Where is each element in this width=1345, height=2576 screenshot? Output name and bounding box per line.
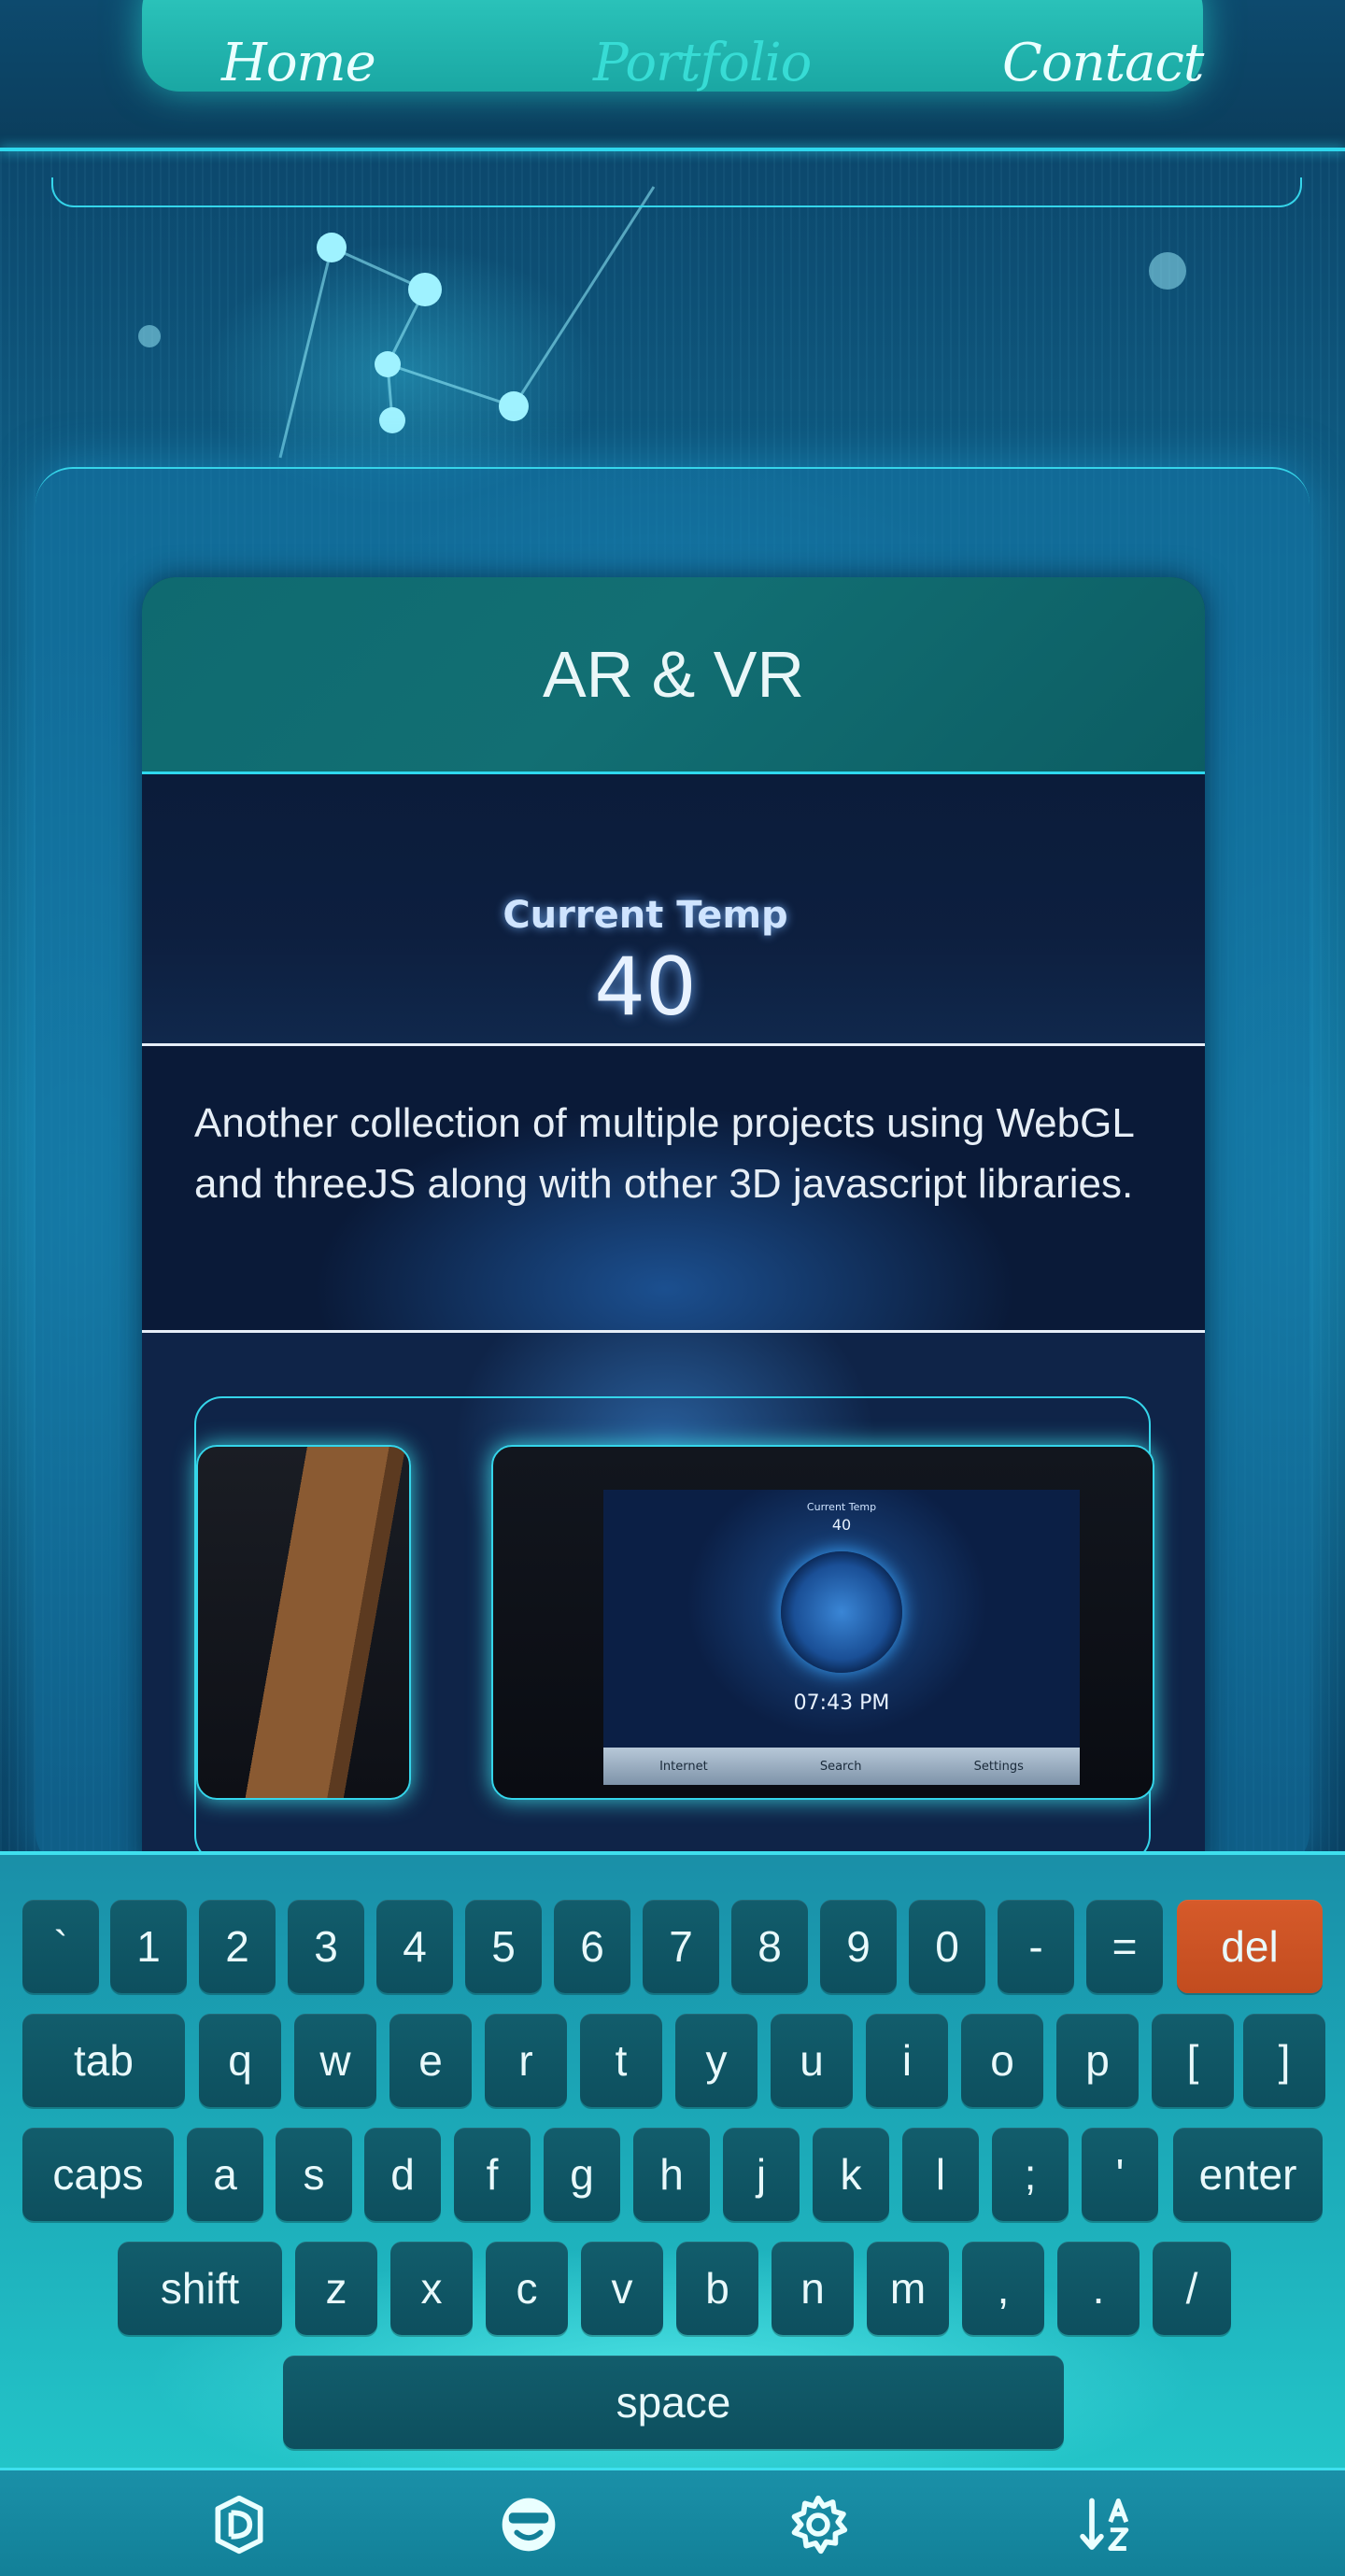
key-g[interactable]: g: [544, 2128, 620, 2221]
key-i[interactable]: i: [866, 2014, 948, 2107]
key-5[interactable]: 5: [465, 1900, 542, 1993]
key-left-bracket[interactable]: [: [1152, 2014, 1234, 2107]
key-h[interactable]: h: [633, 2128, 710, 2221]
key-quote[interactable]: ': [1082, 2128, 1158, 2221]
key-y[interactable]: y: [675, 2014, 757, 2107]
key-l[interactable]: l: [902, 2128, 979, 2221]
key-comma[interactable]: ,: [962, 2242, 1044, 2335]
keyboard-toolbar: [0, 2468, 1345, 2576]
card-header: AR & VR: [142, 577, 1205, 774]
device-time: 07:43 PM: [793, 1691, 890, 1715]
key-8[interactable]: 8: [731, 1900, 808, 1993]
key-b[interactable]: b: [676, 2242, 758, 2335]
key-equals[interactable]: =: [1086, 1900, 1163, 1993]
key-e[interactable]: e: [389, 2014, 472, 2107]
settings-gear-icon[interactable]: [786, 2493, 850, 2556]
key-delete[interactable]: del: [1177, 1900, 1323, 1993]
gallery-frame: Current Temp 40 07:43 PM Internet Search…: [194, 1396, 1154, 1863]
device-temp-label: Current Temp: [806, 1501, 877, 1513]
key-z[interactable]: z: [295, 2242, 377, 2335]
key-caps[interactable]: caps: [22, 2128, 174, 2221]
key-t[interactable]: t: [580, 2014, 662, 2107]
key-4[interactable]: 4: [376, 1900, 453, 1993]
nav-link-contact[interactable]: Contact: [1002, 26, 1204, 101]
key-r[interactable]: r: [485, 2014, 567, 2107]
card-gallery: Current Temp 40 07:43 PM Internet Search…: [142, 1333, 1205, 1866]
top-nav: Home Portfolio Contact: [0, 0, 1345, 151]
key-k[interactable]: k: [813, 2128, 889, 2221]
hero-temp-label: Current Temp: [503, 894, 788, 937]
key-enter[interactable]: enter: [1173, 2128, 1323, 2221]
device-menu-internet: Internet: [659, 1759, 708, 1774]
description-text: Another collection of multiple projects …: [194, 1100, 1134, 1207]
key-7[interactable]: 7: [643, 1900, 719, 1993]
key-tab[interactable]: tab: [22, 2014, 185, 2107]
key-right-bracket[interactable]: ]: [1243, 2014, 1325, 2107]
key-f[interactable]: f: [454, 2128, 531, 2221]
device-menu-settings: Settings: [973, 1759, 1024, 1774]
key-a[interactable]: a: [187, 2128, 263, 2221]
emoji-icon[interactable]: [497, 2493, 560, 2556]
key-1[interactable]: 1: [110, 1900, 187, 1993]
device-temp-value: 40: [831, 1516, 852, 1534]
key-p[interactable]: p: [1056, 2014, 1139, 2107]
key-d[interactable]: d: [364, 2128, 441, 2221]
hero-temp-value: 40: [594, 941, 697, 1034]
key-o[interactable]: o: [961, 2014, 1043, 2107]
card-title: AR & VR: [542, 638, 805, 711]
key-0[interactable]: 0: [909, 1900, 985, 1993]
nav-link-portfolio[interactable]: Portfolio: [593, 26, 812, 101]
key-s[interactable]: s: [276, 2128, 352, 2221]
key-slash[interactable]: /: [1153, 2242, 1231, 2335]
device-orb-graphic: [781, 1551, 902, 1673]
device-menu-bar: Internet Search Settings: [603, 1748, 1080, 1785]
gallery-thumbnail-1[interactable]: [196, 1445, 411, 1800]
device-screen-image: Current Temp 40 07:43 PM Internet Search…: [603, 1490, 1080, 1785]
device-menu-search: Search: [819, 1759, 862, 1774]
section-divider: [51, 177, 1302, 207]
card-hero-image: Current Temp 40: [142, 774, 1205, 1043]
key-6[interactable]: 6: [554, 1900, 630, 1993]
key-u[interactable]: u: [771, 2014, 853, 2107]
key-v[interactable]: v: [581, 2242, 663, 2335]
key-j[interactable]: j: [723, 2128, 800, 2221]
key-w[interactable]: w: [294, 2014, 376, 2107]
card-description: Another collection of multiple projects …: [142, 1043, 1205, 1333]
key-9[interactable]: 9: [820, 1900, 897, 1993]
key-2[interactable]: 2: [199, 1900, 276, 1993]
key-3[interactable]: 3: [288, 1900, 364, 1993]
key-shift[interactable]: shift: [118, 2242, 282, 2335]
key-minus[interactable]: -: [998, 1900, 1074, 1993]
key-period[interactable]: .: [1057, 2242, 1140, 2335]
key-n[interactable]: n: [772, 2242, 854, 2335]
key-c[interactable]: c: [486, 2242, 568, 2335]
sort-az-icon[interactable]: [1076, 2493, 1140, 2556]
key-x[interactable]: x: [390, 2242, 473, 2335]
on-screen-keyboard: ` 1 2 3 4 5 6 7 8 9 0 - = del tab q w e …: [0, 1851, 1345, 2468]
key-space[interactable]: space: [283, 2356, 1064, 2449]
key-q[interactable]: q: [199, 2014, 281, 2107]
nav-link-home[interactable]: Home: [221, 26, 376, 101]
font-icon[interactable]: [207, 2493, 271, 2556]
key-semicolon[interactable]: ;: [992, 2128, 1069, 2221]
nav-divider: [0, 148, 1345, 151]
project-card: AR & VR Current Temp 40 Another collecti…: [142, 577, 1205, 1866]
key-m[interactable]: m: [867, 2242, 949, 2335]
gallery-thumbnail-2[interactable]: Current Temp 40 07:43 PM Internet Search…: [491, 1445, 1154, 1800]
key-backtick[interactable]: `: [22, 1900, 99, 1993]
